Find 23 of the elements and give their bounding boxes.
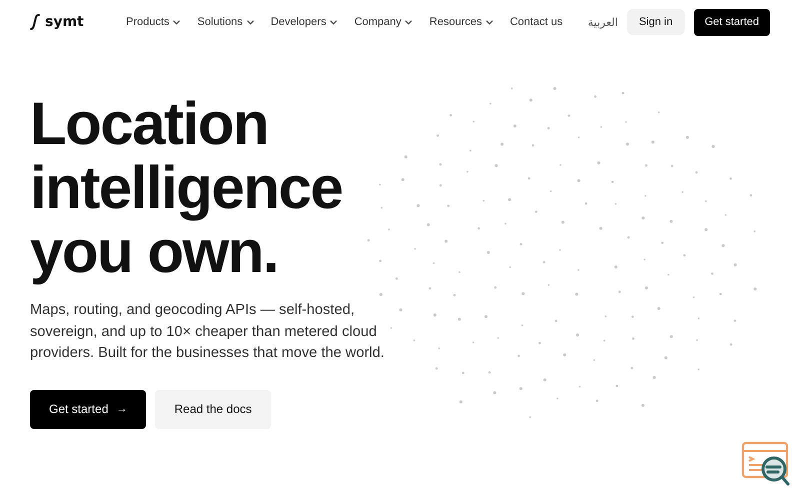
headline: Location [30, 92, 268, 156]
language-link[interactable]: العربية [588, 16, 618, 28]
logo-icon [30, 14, 40, 30]
nav-link[interactable]: Developers [270, 16, 338, 28]
get-started-button[interactable]: Get started → [30, 390, 146, 428]
read-docs-button[interactable]: Read the docs [155, 390, 271, 428]
headline: intelligence [30, 156, 342, 220]
chevron-down-icon [173, 20, 180, 24]
hero-subtitle: Maps, routing, and geocoding APIs — self-hosted, sovereign, and up to 10× cheaper than metered cloud providers. Built for the businesses that move the world. [30, 301, 386, 363]
get-started-button[interactable]: Get started [694, 8, 770, 36]
nav-link[interactable]: Company [354, 16, 412, 28]
browser-search-icon[interactable] [741, 441, 791, 487]
nav-link[interactable]: Solutions [197, 16, 254, 28]
chevron-down-icon [246, 20, 254, 24]
nav-link[interactable]: Contact us [510, 16, 563, 28]
logo-text[interactable]: symt [45, 14, 84, 30]
nav-link[interactable]: Products [126, 16, 180, 28]
chevron-down-icon [405, 20, 412, 24]
chevron-down-icon [330, 20, 338, 24]
nav-link[interactable]: Resources [429, 16, 493, 28]
sign-in-button[interactable]: Sign in [626, 9, 685, 35]
headline: you own. [30, 220, 278, 284]
chevron-down-icon [486, 20, 493, 24]
